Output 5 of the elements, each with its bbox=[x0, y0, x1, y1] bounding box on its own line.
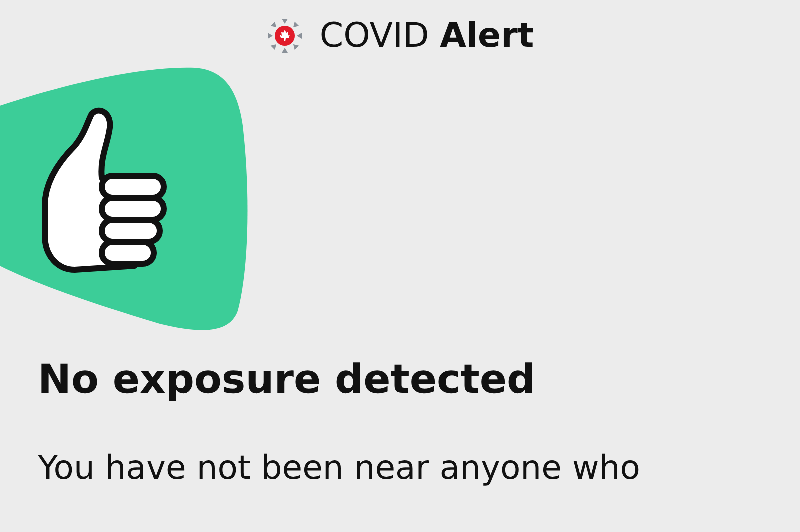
logo-icon bbox=[266, 17, 304, 55]
thumbs-up-icon bbox=[42, 108, 167, 273]
app-title: COVID Alert bbox=[320, 19, 534, 53]
status-message: You have not been near anyone who bbox=[37, 447, 642, 489]
status-heading: No exposure detected bbox=[37, 356, 537, 404]
